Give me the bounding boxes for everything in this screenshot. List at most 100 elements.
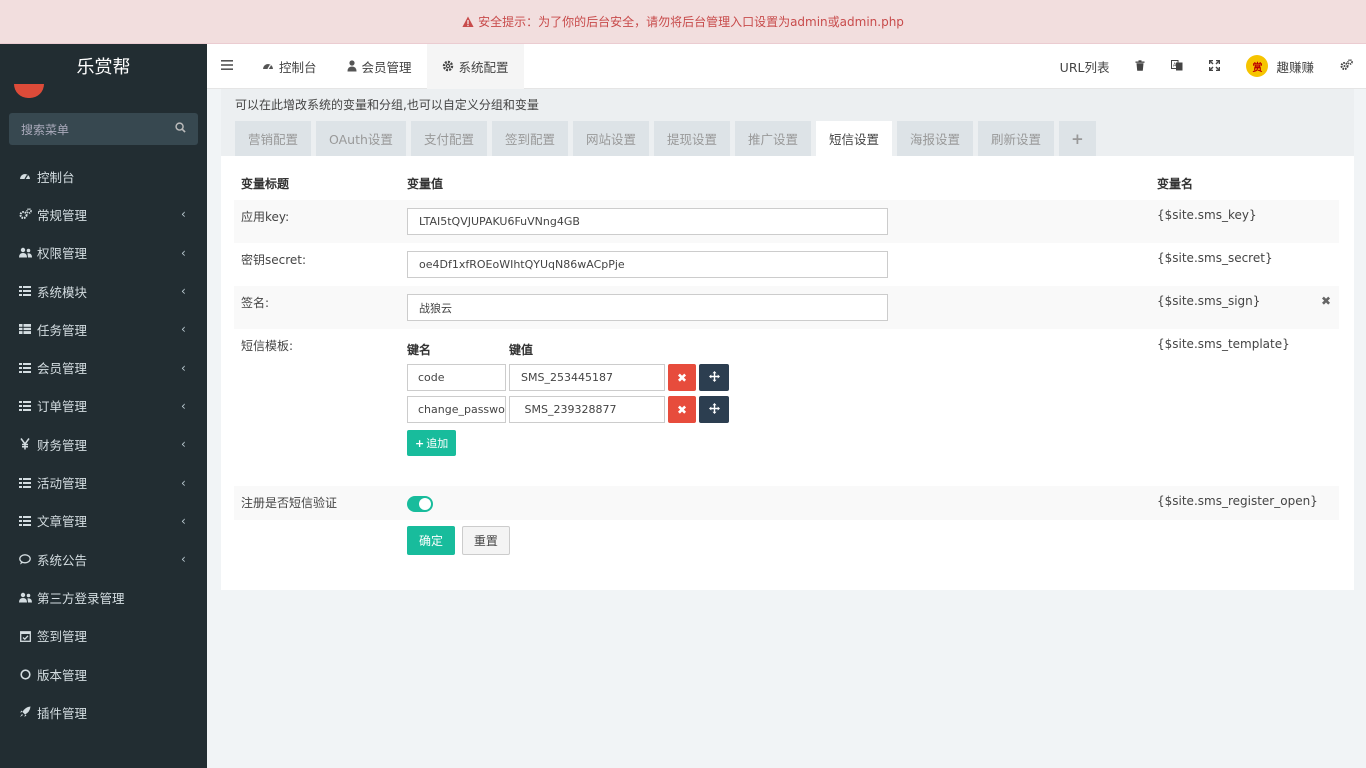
sidebar-menu: 控制台 常规管理 ‹ 权限管理 ‹ 系统模块 ‹ 任务管理 ‹ 会员管理 ‹ 订单管理 ‹ 财务管理 ‹ 活动…: [0, 157, 207, 731]
sidebar-item[interactable]: 插件管理: [0, 693, 207, 731]
header-var-value: 变量值: [407, 176, 444, 191]
row-var-name: {$site.sms_key}: [1150, 200, 1339, 243]
sidebar-item[interactable]: 文章管理 ‹: [0, 502, 207, 540]
warning-text: 安全提示：为了你的后台安全，请勿将后台管理入口设置为admin或admin.ph…: [478, 15, 904, 29]
reset-button[interactable]: 重置: [461, 526, 510, 555]
sidebar-item-label: 任务管理: [37, 322, 88, 338]
kv-key-input[interactable]: code: [407, 364, 506, 391]
users-icon: [18, 246, 32, 260]
sms-secret-input[interactable]: oe4Df1xfROEoWIhtQYUqN86wACpPje: [407, 251, 888, 278]
sidebar-item[interactable]: 常规管理 ‹: [0, 195, 207, 233]
sidebar-item[interactable]: 控制台: [0, 157, 207, 195]
submit-button[interactable]: 确定: [407, 526, 456, 555]
config-hint: 可以在此增改系统的变量和分组,也可以自定义分组和变量: [221, 89, 1354, 119]
kv-drag-handle[interactable]: [699, 364, 729, 391]
close-icon: ✖: [676, 402, 688, 417]
chevron-left-icon: ‹: [181, 245, 186, 260]
list-icon: [18, 399, 32, 413]
config-tab[interactable]: 海报设置: [897, 121, 974, 156]
sidebar-item[interactable]: 签到管理: [0, 617, 207, 655]
menu-search-placeholder: 搜索菜单: [21, 122, 70, 137]
sidebar-item[interactable]: 系统公告 ‹: [0, 540, 207, 578]
menu-search-input[interactable]: 搜索菜单: [9, 113, 198, 145]
sidebar: 乐赏帮 搜索菜单 控制台 常规管理 ‹ 权限管理 ‹ 系统模块 ‹ 任务管理 ‹ 会员管理 ‹ 订单管…: [0, 44, 207, 768]
delete-row-button[interactable]: ✖: [1321, 294, 1331, 308]
nav-tab-dashboard[interactable]: 控制台: [247, 44, 332, 89]
move-icon: [708, 402, 720, 417]
calendar-check-icon: [18, 629, 32, 643]
sidebar-item[interactable]: 财务管理 ‹: [0, 425, 207, 463]
add-group-tab[interactable]: +: [1059, 121, 1096, 156]
fullscreen-button[interactable]: [1196, 44, 1233, 89]
row-title: 应用key:: [234, 200, 400, 243]
chevron-left-icon: ‹: [181, 475, 186, 490]
sidebar-item[interactable]: 权限管理 ‹: [0, 234, 207, 272]
kv-append-button[interactable]: + 追加: [407, 430, 457, 456]
row-var-name: {$site.sms_template}: [1157, 337, 1290, 351]
config-tab[interactable]: 推广设置: [735, 121, 812, 156]
kv-drag-handle[interactable]: [699, 396, 729, 423]
clear-cache-button[interactable]: [1122, 44, 1158, 89]
config-tab[interactable]: 网站设置: [572, 121, 649, 156]
kv-value-input[interactable]: SMS_239328877: [509, 396, 665, 423]
sidebar-item[interactable]: 任务管理 ‹: [0, 310, 207, 348]
nav-tab-label: 系统配置: [458, 59, 509, 75]
comment-icon: [18, 552, 32, 566]
row-title: 密钥secret:: [241, 253, 307, 267]
sidebar-item[interactable]: 订单管理 ‹: [0, 387, 207, 425]
sidebar-item-label: 订单管理: [37, 399, 88, 415]
language-button[interactable]: A: [1158, 44, 1196, 89]
nav-tab-system-config[interactable]: 系统配置: [426, 43, 524, 89]
nav-tab-members[interactable]: 会员管理: [332, 44, 427, 89]
circle-icon: [18, 667, 32, 681]
row-title: 短信模板:: [241, 339, 294, 353]
config-tab[interactable]: 支付配置: [410, 121, 487, 156]
sms-sign-input[interactable]: 战狼云: [407, 294, 888, 321]
config-tab[interactable]: 营销配置: [235, 121, 312, 156]
sidebar-item[interactable]: 活动管理 ‹: [0, 463, 207, 501]
row-var-name: {$site.sms_sign}: [1157, 294, 1261, 308]
sidebar-item-label: 版本管理: [37, 667, 88, 683]
kv-remove-button[interactable]: ✖: [668, 396, 696, 423]
sidebar-item[interactable]: 会员管理 ‹: [0, 348, 207, 386]
admin-avatar: [14, 84, 44, 98]
table-row: 应用key: LTAI5tQVJUPAKU6FuVNng4GB {$site.s…: [234, 200, 1339, 243]
search-icon: [175, 122, 186, 136]
config-tab[interactable]: 签到配置: [491, 121, 568, 156]
kv-key-input[interactable]: change_password: [407, 396, 506, 423]
control-sidebar-button[interactable]: [1327, 44, 1366, 89]
chevron-left-icon: ‹: [181, 437, 186, 452]
gear-icon: [442, 60, 454, 72]
kv-value-input[interactable]: SMS_253445187: [509, 364, 665, 391]
sms-key-input[interactable]: LTAI5tQVJUPAKU6FuVNng4GB: [407, 208, 888, 235]
kv-remove-button[interactable]: ✖: [668, 364, 696, 391]
user-menu[interactable]: 赏 趣赚赚: [1233, 44, 1327, 89]
config-tabs: 营销配置 OAuth设置 支付配置 签到配置 网站设置 提现设置 推广设置 短信设置 海报设置刷…: [221, 119, 1354, 156]
sidebar-item-label: 系统模块: [37, 284, 88, 300]
config-tab[interactable]: 短信设置: [816, 121, 893, 156]
app-logo-text: 乐赏帮: [76, 57, 131, 78]
config-tab[interactable]: 提现设置: [653, 121, 730, 156]
config-tab[interactable]: OAuth设置: [316, 121, 406, 156]
table-row: 注册是否短信验证 {$site.sms_register_open}: [234, 486, 1339, 520]
header-var-name: 变量名: [1157, 176, 1194, 191]
move-icon: [708, 370, 720, 385]
header-var-title: 变量标题: [241, 176, 290, 191]
sidebar-toggle-button[interactable]: [207, 44, 247, 89]
sidebar-item[interactable]: 系统模块 ‹: [0, 272, 207, 310]
table-row: 短信模板: 键名 键值 code SMS_253445187 ✖ change_…: [234, 329, 1339, 486]
app-logo[interactable]: 乐赏帮: [0, 44, 207, 98]
sidebar-item[interactable]: 第三方登录管理: [0, 578, 207, 616]
security-warning-banner: 安全提示：为了你的后台安全，请勿将后台管理入口设置为admin或admin.ph…: [0, 0, 1366, 44]
list-icon: [18, 284, 32, 298]
table-row: 密钥secret: oe4Df1xfROEoWIhtQYUqN86wACpPje…: [234, 243, 1339, 286]
sms-register-toggle[interactable]: [407, 496, 433, 512]
config-panel: 变量标题 变量值 变量名 应用key: LTAI5tQVJUPAKU6FuVNn…: [221, 156, 1354, 590]
url-list-button[interactable]: URL列表: [1047, 44, 1123, 89]
list-icon: [18, 476, 32, 490]
translate-icon: A: [1171, 59, 1183, 74]
sidebar-item[interactable]: 版本管理: [0, 655, 207, 693]
config-tab[interactable]: 刷新设置: [978, 121, 1055, 156]
navbar-right: URL列表 A 赏 趣赚赚: [1047, 44, 1366, 89]
svg-text:A: A: [1173, 62, 1177, 68]
